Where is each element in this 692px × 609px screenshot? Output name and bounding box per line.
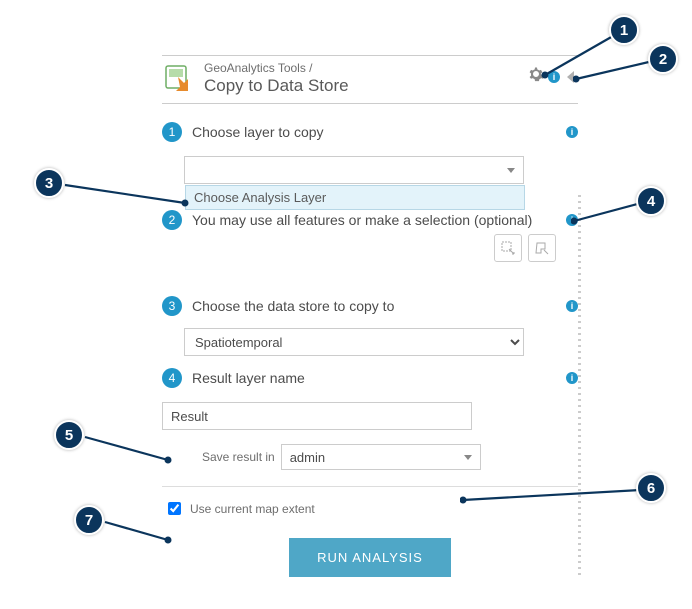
layer-dropdown-option[interactable]: Choose Analysis Layer [185,185,525,210]
select-lasso-button[interactable] [528,234,556,262]
datastore-select[interactable]: Spatiotemporal [184,328,524,356]
save-in-label: Save result in [202,450,275,464]
callout-2: 2 [648,44,678,74]
callout-6: 6 [636,473,666,503]
step-badge-2: 2 [162,210,182,230]
callout-1: 1 [609,15,639,45]
gear-icon[interactable] [528,66,544,87]
use-extent-checkbox[interactable] [168,502,181,515]
page-title: Copy to Data Store [204,76,349,96]
back-chevron-icon[interactable] [567,71,574,83]
step-badge-3: 3 [162,296,182,316]
step-2-label: You may use all features or make a selec… [192,212,566,228]
save-folder-value: admin [290,450,325,465]
divider [162,486,578,487]
tool-icon [162,63,194,95]
callout-3: 3 [34,168,64,198]
layer-dropdown[interactable]: Choose Analysis Layer [184,156,524,184]
run-analysis-button[interactable]: RUN ANALYSIS [289,538,451,577]
use-extent-label: Use current map extent [190,502,315,516]
scrollbar-track [578,195,581,575]
step-badge-4: 4 [162,368,182,388]
step-4-label: Result layer name [192,370,566,386]
info-icon[interactable]: i [566,214,578,226]
info-icon[interactable]: i [566,300,578,312]
callout-5: 5 [54,420,84,450]
result-name-input[interactable] [162,402,472,430]
save-folder-dropdown[interactable]: admin [281,444,481,470]
info-icon[interactable]: i [566,372,578,384]
select-rectangle-button[interactable] [494,234,522,262]
step-3-label: Choose the data store to copy to [192,298,566,314]
info-icon[interactable]: i [566,126,578,138]
callout-7: 7 [74,505,104,535]
step-badge-1: 1 [162,122,182,142]
callout-4: 4 [636,186,666,216]
step-1-label: Choose layer to copy [192,124,566,140]
breadcrumb[interactable]: GeoAnalytics Tools / [204,62,349,76]
panel-header: GeoAnalytics Tools / Copy to Data Store … [162,55,578,104]
header-info-icon[interactable]: i [548,71,560,83]
